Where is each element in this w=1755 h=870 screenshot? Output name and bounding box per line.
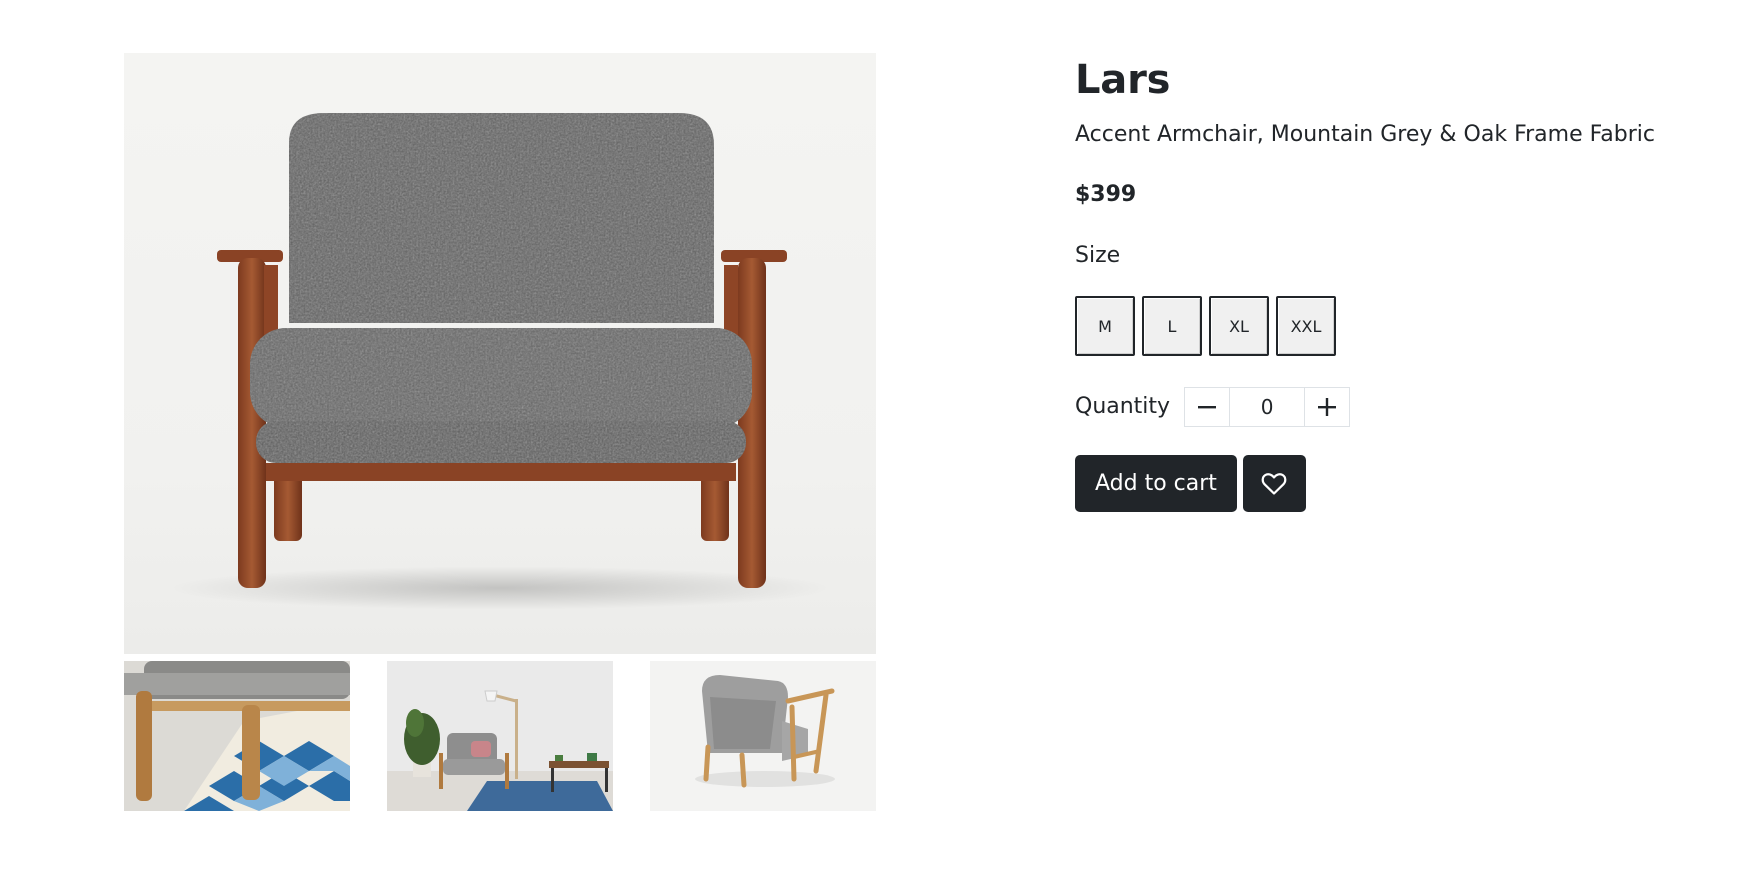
product-subtitle: Accent Armchair, Mountain Grey & Oak Fra… (1075, 122, 1655, 147)
add-to-cart-button[interactable]: Add to cart (1075, 455, 1237, 512)
size-options: M L XL XXL (1075, 296, 1336, 356)
quantity-stepper: 0 (1184, 387, 1351, 427)
add-to-cart-label: Add to cart (1095, 471, 1217, 496)
quantity-label: Quantity (1075, 394, 1171, 419)
size-option-l[interactable]: L (1142, 296, 1202, 356)
quantity-row: Quantity 0 (1075, 386, 1351, 428)
quantity-value[interactable]: 0 (1229, 388, 1306, 426)
product-actions: Add to cart (1075, 455, 1306, 512)
heart-icon (1262, 472, 1287, 495)
thumbnail-room-scene[interactable] (387, 661, 613, 811)
thumbnail-leg-closeup[interactable] (124, 661, 350, 811)
product-price: $399 (1075, 182, 1137, 207)
plus-icon (1318, 398, 1337, 416)
minus-icon (1198, 406, 1217, 409)
thumbnail-back-view[interactable] (650, 661, 876, 811)
size-option-xl[interactable]: XL (1209, 296, 1269, 356)
size-option-xxl[interactable]: XXL (1276, 296, 1336, 356)
increment-button[interactable] (1305, 388, 1350, 426)
product-main-image (124, 53, 876, 654)
size-option-m[interactable]: M (1075, 296, 1135, 356)
wishlist-button[interactable] (1242, 455, 1306, 512)
product-name: Lars (1075, 57, 1171, 103)
product-details: Lars Accent Armchair, Mountain Grey & Oa… (1075, 50, 1695, 512)
decrement-button[interactable] (1185, 388, 1230, 426)
size-label: Size (1075, 243, 1121, 268)
